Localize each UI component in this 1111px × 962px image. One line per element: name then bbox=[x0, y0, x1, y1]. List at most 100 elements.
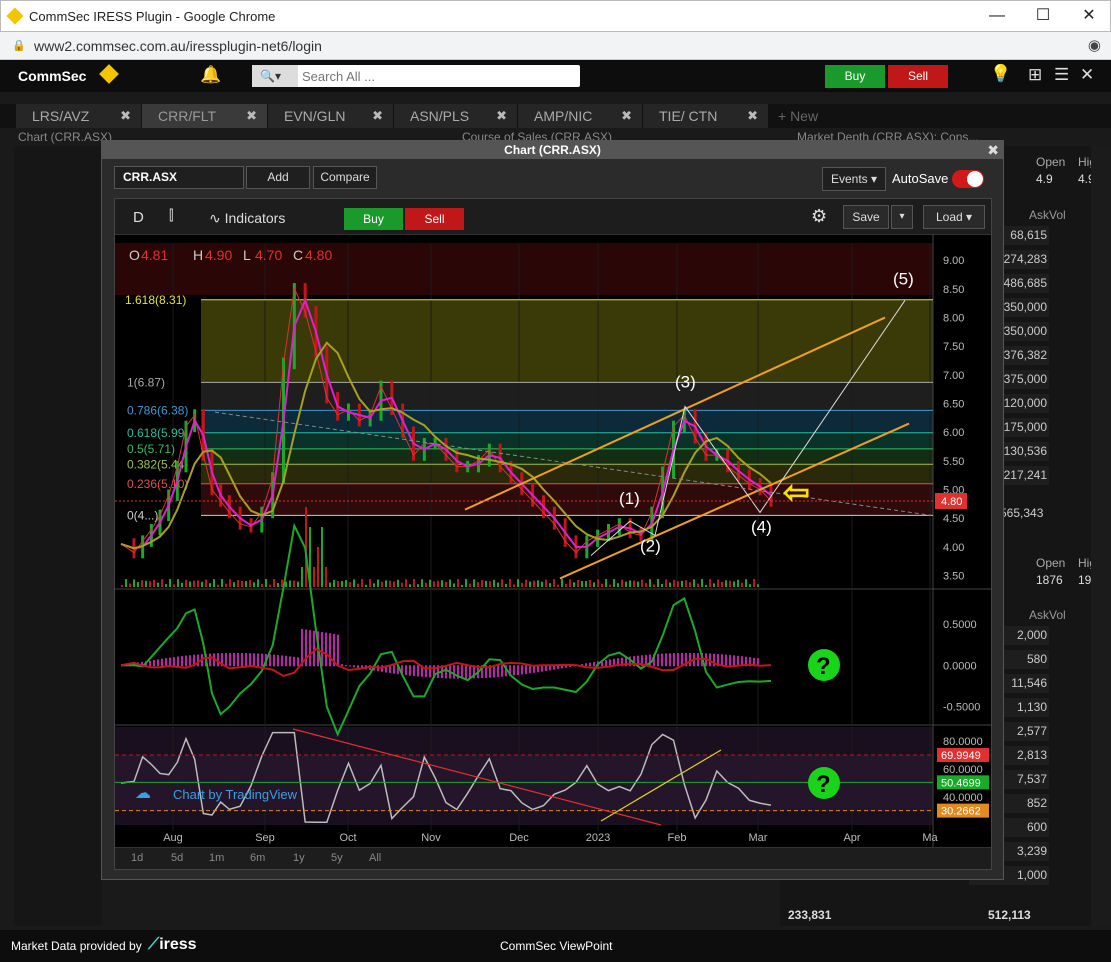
volume-bar bbox=[341, 580, 343, 587]
macd-histogram-bar bbox=[405, 665, 407, 676]
range-1m[interactable]: 1m bbox=[209, 852, 224, 864]
macd-histogram-bar bbox=[289, 656, 291, 667]
fib-zone-olive bbox=[201, 464, 933, 484]
new-tab-button[interactable]: + New bbox=[778, 104, 818, 128]
events-dropdown[interactable]: Events ▾ bbox=[822, 167, 886, 191]
search-icon[interactable]: 🔍▾ bbox=[252, 65, 298, 87]
volume-bar bbox=[657, 579, 659, 587]
sell-button[interactable]: Sell bbox=[888, 65, 948, 88]
add-button[interactable]: Add bbox=[246, 166, 310, 189]
x-tick-label: Apr bbox=[843, 832, 860, 844]
app-logo-icon bbox=[6, 7, 24, 25]
volume-bar bbox=[493, 579, 495, 587]
close-icon[interactable]: ✖ bbox=[987, 141, 999, 159]
range-1y[interactable]: 1y bbox=[293, 852, 305, 864]
volume-bar bbox=[333, 579, 335, 587]
macd-histogram-bar bbox=[729, 654, 731, 667]
tab-asn-pls[interactable]: ASN/PLS ✖ bbox=[394, 104, 518, 128]
x-tick-label: Feb bbox=[668, 832, 687, 844]
tab-label: ASN/PLS bbox=[410, 108, 470, 124]
url-text[interactable]: www2.commsec.com.au/iressplugin-net6/log… bbox=[34, 38, 322, 54]
volume-bar bbox=[469, 583, 471, 587]
question-mark-icon: ? bbox=[816, 653, 831, 680]
fib-label: 1.618(8.31) bbox=[125, 293, 186, 307]
macd-histogram-bar bbox=[241, 652, 243, 667]
macd-histogram-bar bbox=[513, 665, 515, 676]
macd-histogram-bar bbox=[585, 663, 587, 667]
tab-crr-flt[interactable]: CRR/FLT ✖ bbox=[142, 104, 268, 128]
macd-histogram-bar bbox=[517, 665, 519, 675]
macd-histogram-bar bbox=[329, 633, 331, 667]
volume-bar bbox=[253, 582, 255, 587]
bar-style-icon[interactable]: ⫿ bbox=[169, 207, 173, 224]
buy-button[interactable]: Buy bbox=[825, 65, 885, 88]
range-5y[interactable]: 5y bbox=[331, 852, 343, 864]
volume-bar bbox=[329, 582, 331, 587]
footer-market-data: Market Data provided by bbox=[11, 939, 142, 953]
range-all[interactable]: All bbox=[369, 852, 381, 864]
close-icon[interactable]: ✖ bbox=[747, 104, 758, 128]
close-icon[interactable]: ✖ bbox=[372, 104, 383, 128]
macd-histogram-bar bbox=[413, 665, 415, 677]
panel-header-chart: Chart (CRR.ASX) bbox=[18, 130, 113, 144]
volume-bar bbox=[569, 579, 571, 587]
close-icon[interactable]: ✖ bbox=[246, 104, 257, 128]
close-icon[interactable]: ✖ bbox=[120, 104, 131, 128]
rsi-tick-label: 40.0000 bbox=[943, 792, 983, 804]
volume-bar bbox=[357, 583, 359, 587]
close-window-button[interactable]: ✕ bbox=[1066, 5, 1111, 29]
save-dropdown-button[interactable]: ▾ bbox=[891, 205, 913, 229]
volume-bar bbox=[517, 579, 519, 587]
tab-lrs-avz[interactable]: LRS/AVZ ✖ bbox=[16, 104, 142, 128]
volume-bar bbox=[317, 547, 319, 587]
search-input[interactable] bbox=[302, 67, 572, 85]
maximize-button[interactable]: ☐ bbox=[1020, 5, 1066, 29]
range-5d[interactable]: 5d bbox=[171, 852, 183, 864]
load-dropdown[interactable]: Load ▾ bbox=[923, 205, 985, 229]
menu-icon[interactable]: ☰ bbox=[1054, 65, 1069, 85]
scrollbar[interactable] bbox=[1091, 146, 1111, 926]
eye-icon[interactable]: ◉ bbox=[1088, 36, 1101, 54]
interval-button[interactable]: D bbox=[133, 209, 144, 226]
macd-histogram-bar bbox=[209, 653, 211, 667]
chart-buy-button[interactable]: Buy bbox=[344, 208, 403, 230]
chart-container: D ⫿ ∿ Indicators Buy Sell ⚙ Save ▾ Load … bbox=[114, 198, 992, 870]
volume-bar bbox=[385, 580, 387, 587]
minimize-button[interactable]: — bbox=[974, 5, 1020, 29]
close-icon[interactable]: ✕ bbox=[1080, 65, 1094, 85]
tab-tie-ctn[interactable]: TIE/ CTN ✖ bbox=[643, 104, 769, 128]
lightbulb-icon[interactable]: 💡 bbox=[990, 64, 1011, 84]
bell-icon[interactable]: 🔔 bbox=[200, 65, 221, 85]
save-button[interactable]: Save bbox=[843, 205, 889, 229]
close-icon[interactable]: ✖ bbox=[496, 104, 507, 128]
tradingview-cloud-icon: ☁ bbox=[135, 785, 151, 802]
volume-bar bbox=[269, 584, 271, 587]
volume-bar bbox=[261, 583, 263, 587]
volume-bar bbox=[573, 582, 575, 587]
volume-bar bbox=[673, 579, 675, 587]
fib-label: 0.786(6.38) bbox=[127, 403, 188, 417]
macd-histogram-bar bbox=[429, 665, 431, 678]
rsi-value-label: 50.4699 bbox=[941, 777, 981, 789]
question-mark-icon: ? bbox=[816, 771, 831, 798]
volume-bar bbox=[529, 581, 531, 587]
volume-bar bbox=[277, 583, 279, 587]
symbol-input[interactable]: CRR.ASX bbox=[114, 166, 244, 189]
compare-button[interactable]: Compare bbox=[313, 166, 377, 189]
x-tick-label: Nov bbox=[421, 832, 441, 844]
tradingview-watermark[interactable]: Chart by TradingView bbox=[173, 787, 298, 802]
tab-amp-nic[interactable]: AMP/NIC ✖ bbox=[518, 104, 643, 128]
autosave-toggle[interactable] bbox=[952, 170, 984, 188]
range-1d[interactable]: 1d bbox=[131, 852, 143, 864]
tab-evn-gln[interactable]: EVN/GLN ✖ bbox=[268, 104, 394, 128]
macd-histogram-bar bbox=[393, 665, 395, 674]
plus-icon[interactable]: ⊞ bbox=[1028, 65, 1042, 85]
range-6m[interactable]: 6m bbox=[250, 852, 265, 864]
price-chart[interactable]: 1.618(8.31) 1(6.87) 0.786(6.38) 0.618(5.99)… bbox=[115, 235, 991, 847]
close-icon[interactable]: ✖ bbox=[621, 104, 632, 128]
gear-icon[interactable]: ⚙ bbox=[811, 206, 827, 227]
indicators-button[interactable]: ∿ Indicators bbox=[209, 210, 285, 227]
volume-bar bbox=[737, 579, 739, 587]
chart-sell-button[interactable]: Sell bbox=[405, 208, 464, 230]
brand-diamond-icon bbox=[99, 64, 119, 84]
